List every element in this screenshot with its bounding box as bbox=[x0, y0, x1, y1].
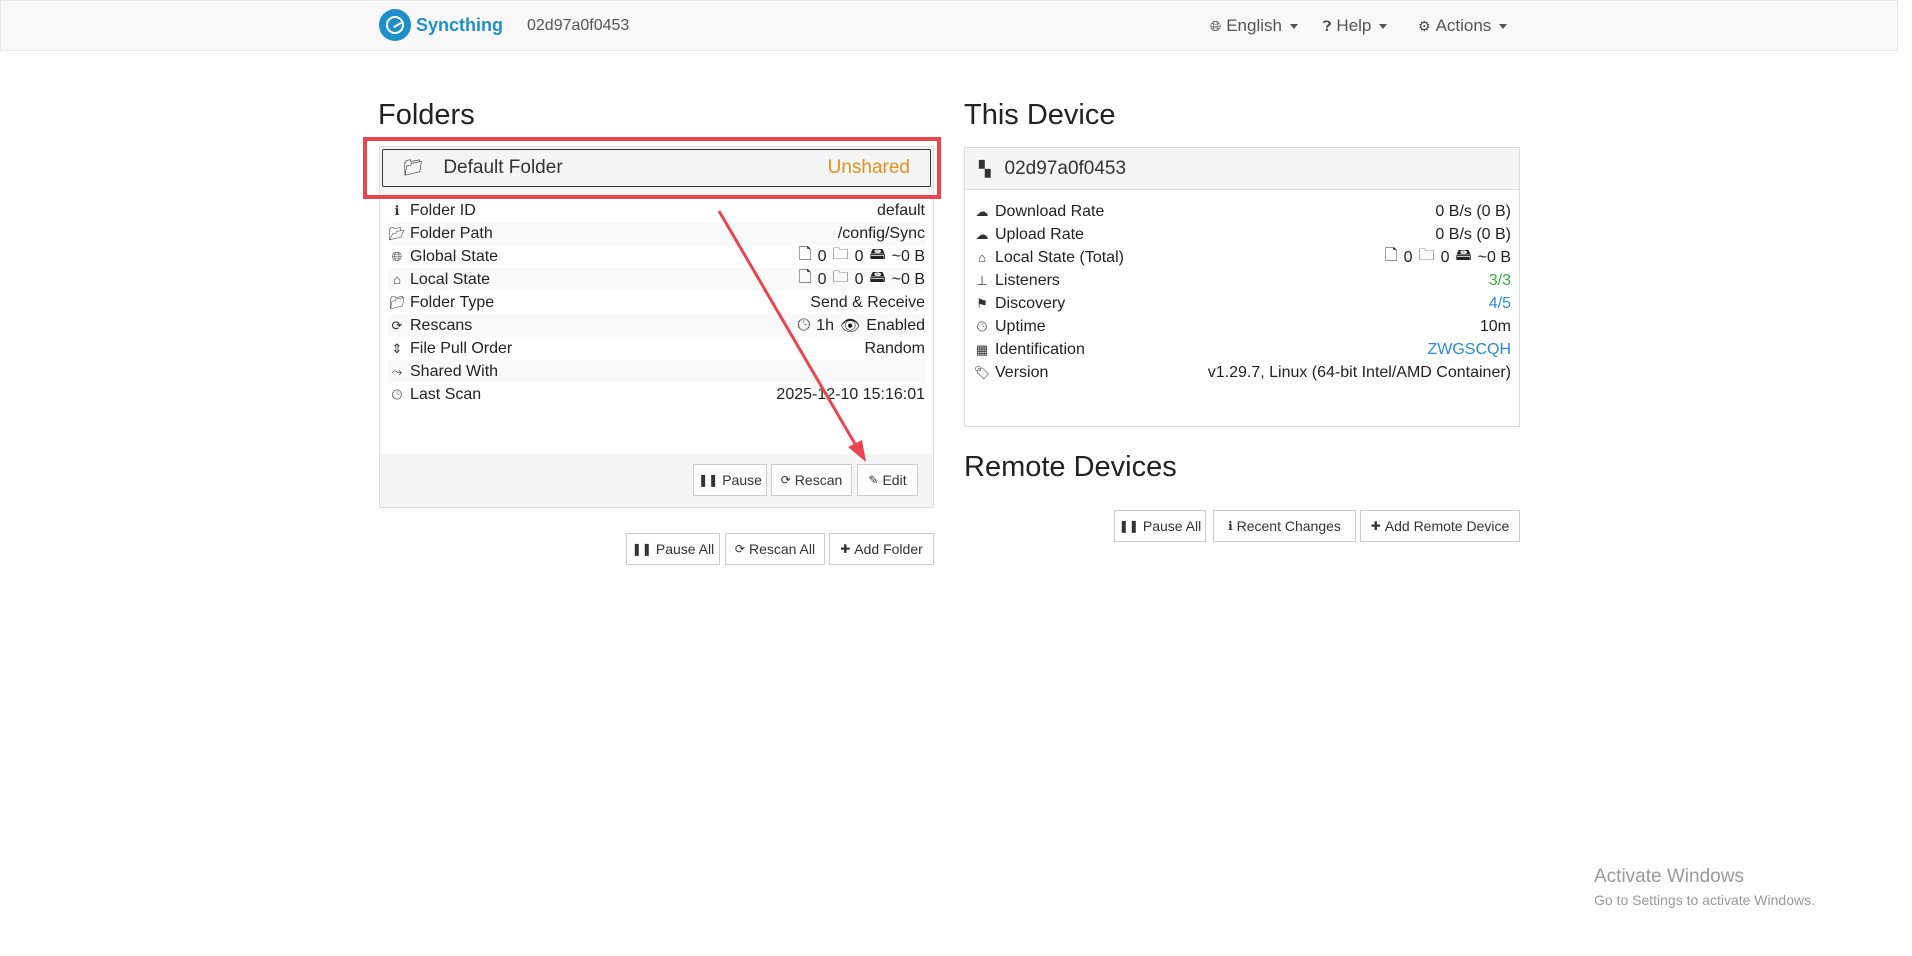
activate-windows-subtitle: Go to Settings to activate Windows. bbox=[1594, 892, 1815, 908]
annotation-arrow bbox=[717, 210, 866, 462]
activate-windows-title: Activate Windows bbox=[1594, 866, 1744, 887]
